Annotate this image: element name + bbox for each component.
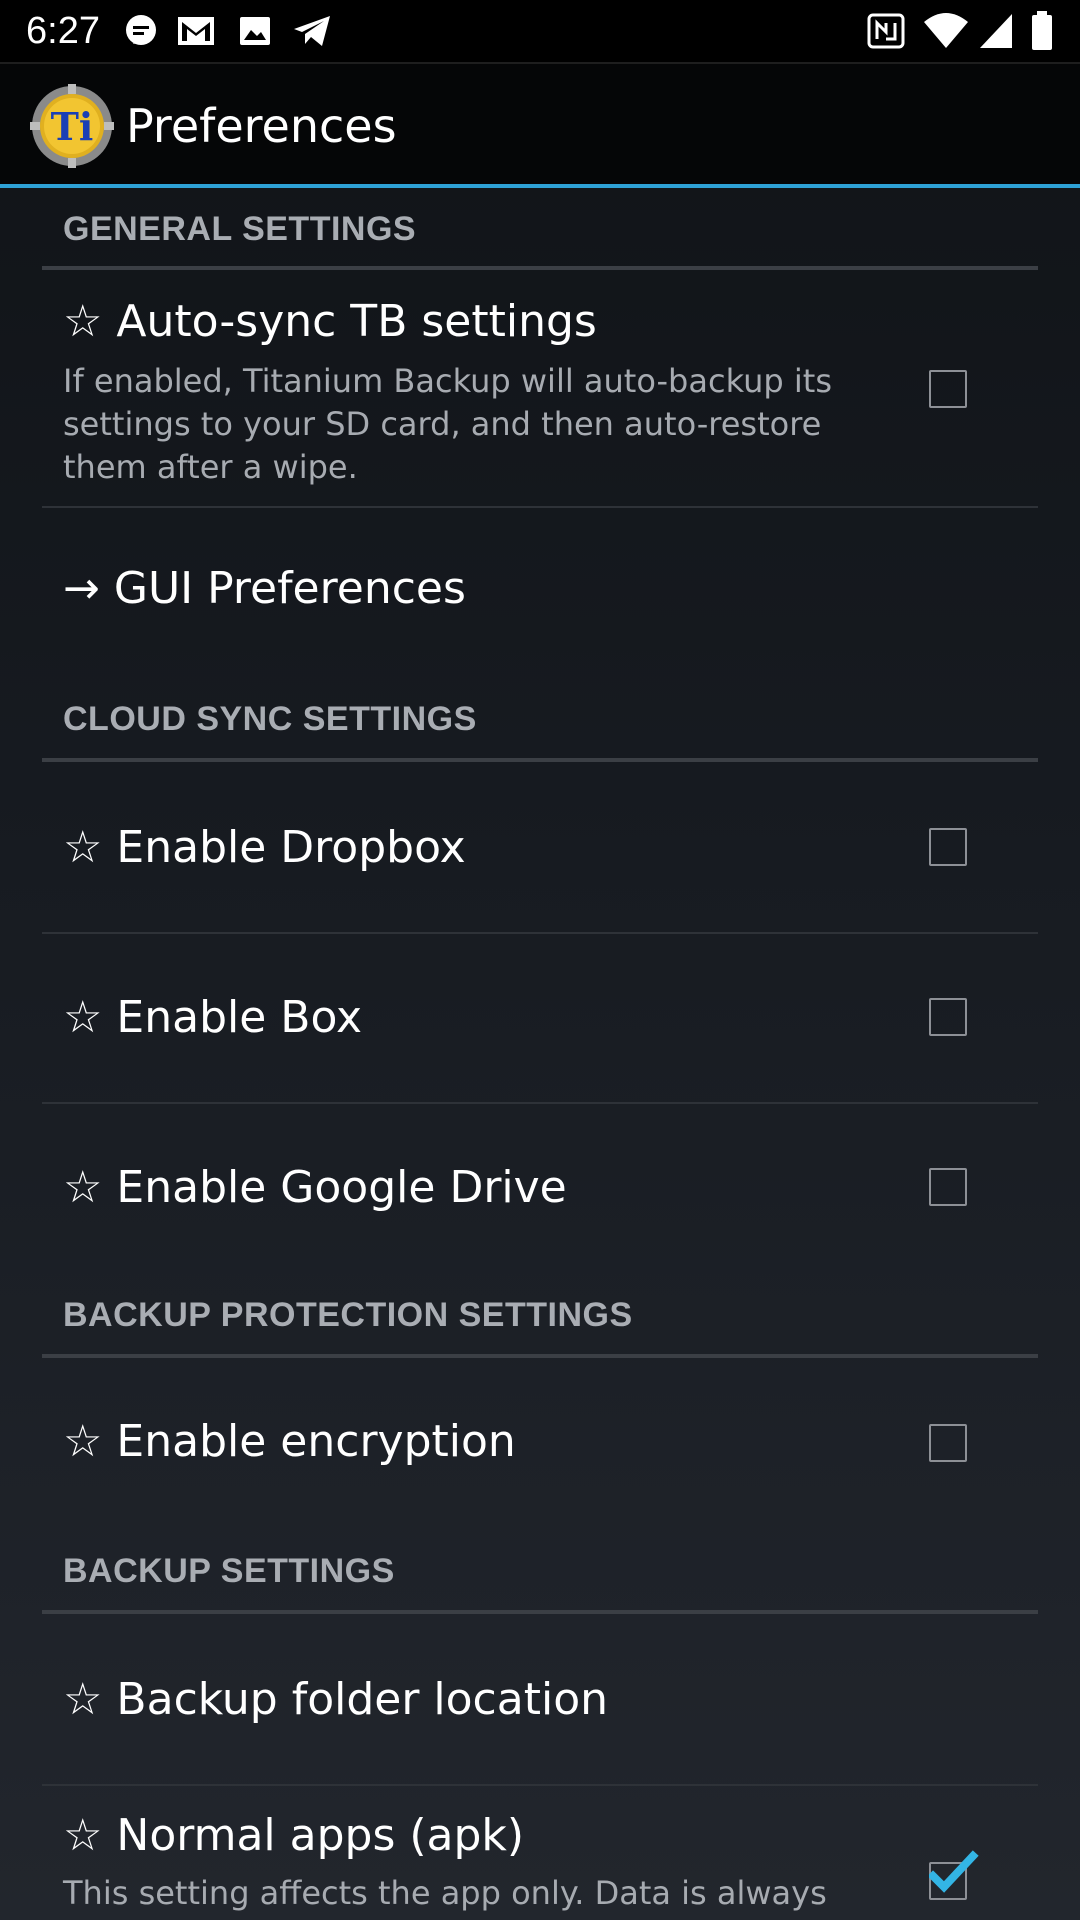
encryption-checkbox[interactable] bbox=[929, 1424, 967, 1462]
pref-summary-line: them after a wipe. bbox=[63, 448, 358, 486]
message-bubble-icon bbox=[126, 15, 156, 45]
section-header-general: GENERAL SETTINGS bbox=[63, 210, 417, 248]
status-time: 6:27 bbox=[26, 10, 100, 52]
pref-title: ☆ Backup folder location bbox=[63, 1674, 608, 1725]
image-icon bbox=[240, 17, 270, 45]
auto-sync-checkbox[interactable] bbox=[929, 370, 967, 408]
pref-enable-encryption[interactable]: ☆ Enable encryption bbox=[0, 1358, 1080, 1528]
pref-summary-line: settings to your SD card, and then auto-… bbox=[63, 405, 822, 443]
pref-normal-apps-apk[interactable]: ☆ Normal apps (apk) This setting affects… bbox=[0, 1786, 1080, 1920]
normal-apps-checkbox[interactable] bbox=[929, 1850, 979, 1900]
pref-title: ☆ Enable Box bbox=[63, 992, 363, 1043]
telegram-icon bbox=[294, 16, 330, 46]
section-header-backup-protection: BACKUP PROTECTION SETTINGS bbox=[63, 1296, 633, 1334]
pref-summary-line: This setting affects the app only. Data … bbox=[63, 1874, 827, 1912]
pref-title: ☆ Enable Google Drive bbox=[63, 1162, 567, 1213]
signal-icon bbox=[980, 14, 1012, 48]
nfc-icon bbox=[867, 13, 905, 49]
page-title: Preferences bbox=[126, 99, 397, 153]
titanium-backup-logo[interactable]: Ti bbox=[30, 84, 114, 168]
pref-auto-sync-tb-settings[interactable]: ☆ Auto-sync TB settings If enabled, Tita… bbox=[0, 270, 1080, 506]
dropbox-checkbox[interactable] bbox=[929, 828, 967, 866]
checkmark-icon bbox=[929, 1850, 979, 1893]
section-header-cloud-sync: CLOUD SYNC SETTINGS bbox=[63, 700, 477, 738]
pref-backup-folder-location[interactable]: ☆ Backup folder location bbox=[0, 1614, 1080, 1784]
status-bar: 6:27 bbox=[0, 0, 1080, 64]
app-bar-accent-line bbox=[0, 184, 1080, 188]
pref-title: ☆ Auto-sync TB settings bbox=[63, 296, 597, 347]
box-checkbox[interactable] bbox=[929, 998, 967, 1036]
pref-summary-line: If enabled, Titanium Backup will auto-ba… bbox=[63, 362, 832, 400]
pref-title: ☆ Enable Dropbox bbox=[63, 822, 466, 873]
section-header-backup: BACKUP SETTINGS bbox=[63, 1552, 395, 1590]
pref-enable-dropbox[interactable]: ☆ Enable Dropbox bbox=[0, 762, 1080, 932]
pref-enable-box[interactable]: ☆ Enable Box bbox=[0, 934, 1080, 1102]
google-drive-checkbox[interactable] bbox=[929, 1168, 967, 1206]
wifi-icon bbox=[924, 13, 968, 48]
svg-text:Ti: Ti bbox=[51, 104, 94, 149]
gmail-icon bbox=[178, 17, 214, 45]
pref-enable-google-drive[interactable]: ☆ Enable Google Drive bbox=[0, 1104, 1080, 1274]
pref-gui-preferences[interactable]: → GUI Preferences bbox=[0, 508, 1080, 678]
pref-title: ☆ Enable encryption bbox=[63, 1416, 516, 1467]
pref-title: → GUI Preferences bbox=[63, 563, 466, 614]
battery-icon bbox=[1032, 11, 1052, 50]
pref-title: ☆ Normal apps (apk) bbox=[63, 1810, 525, 1861]
